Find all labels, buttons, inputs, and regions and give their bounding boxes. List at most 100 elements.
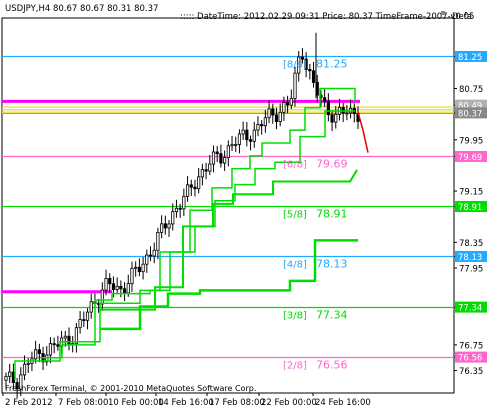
candle-body [152,249,156,257]
candle-body [148,254,153,257]
candle-body [89,301,93,313]
options-icon[interactable] [441,11,445,15]
candle-body [260,124,264,127]
price-label: 80.37 [458,109,482,119]
level-value-5: 76.56 [316,359,348,372]
price-chart[interactable]: [8/8] 81.25 [6/8] 79.69 [5/8] 78.91 [4/8] 78.13… [0,0,489,411]
candle-body [119,285,123,290]
candle-body [37,349,41,354]
candle-body [104,278,108,291]
price-label: 78.91 [458,203,482,213]
candle-body [85,311,90,321]
candle-body [293,72,297,99]
candle-body [63,335,67,339]
price-label: 78.35 [459,239,483,249]
candle-body [141,263,145,273]
price-label: 79.95 [459,136,483,146]
candle-body [185,184,190,197]
trail-line-middle [14,110,355,381]
level-name-5: [2/8] [283,361,307,372]
candle-body [252,129,256,142]
candle-body [245,129,249,141]
candle-body [82,319,86,321]
level-value-0: 81.25 [316,58,348,71]
candle-body [167,223,171,229]
candle-body [22,363,27,376]
time-label: 24 Feb 16:00 [315,398,371,408]
price-label: 76.75 [459,341,483,351]
chart-title: USDJPY,H4 80.67 80.67 80.31 80.37 [5,4,158,14]
indicator-status-trail: Defa [452,12,472,22]
candle-body [208,163,212,172]
candle-body [256,124,260,131]
candle-body [174,207,179,213]
candle-body [267,108,271,119]
candle-body [115,285,119,290]
time-label: 7 Feb 08:00 [58,398,108,408]
candle-body [334,113,338,123]
price-label: 77.34 [458,304,482,314]
candle-body [111,283,116,290]
candle-body [137,266,141,273]
candle-body [241,129,245,135]
candle-body [78,319,82,329]
candle-body [189,184,193,188]
candle-body [34,349,38,360]
level-value-3: 78.13 [316,258,348,271]
candle-body [234,143,238,146]
level-name-2: [5/8] [283,210,307,221]
price-label: 80.75 [459,85,483,95]
candle-body [182,195,186,210]
candle-body [204,169,208,172]
candle-body [211,151,216,165]
price-label: 77.95 [459,265,483,275]
candle-body [248,139,253,142]
candle-body [122,288,127,294]
candle-body [226,145,230,158]
chart-window[interactable]: [8/8] 81.25 [6/8] 79.69 [5/8] 78.91 [4/8] 78.13… [0,0,489,411]
candle-body [326,100,330,116]
candle-body [223,157,227,164]
candle-body [193,186,197,190]
candle-body [130,267,134,285]
price-label: 76.35 [459,367,483,377]
level-value-1: 79.69 [316,158,348,171]
candle-body [274,114,279,122]
candle-body [285,102,290,106]
candle-body [8,371,12,377]
candle-body [197,176,201,190]
candle-body [271,108,275,116]
candle-body [108,278,112,285]
candle-body [156,232,160,251]
candle-body [219,153,223,164]
candle-body [67,335,71,346]
candle-body [160,223,164,233]
candle-body [56,344,60,347]
price-label: 81.25 [458,53,482,63]
candle-body [311,70,316,83]
time-label: 14 Feb 16:00 [158,398,214,408]
level-name-4: [3/8] [283,311,307,322]
price-label: 78.13 [458,253,482,263]
candle-body [171,211,175,225]
candle-body [345,112,349,115]
level-name-3: [4/8] [283,260,307,271]
time-label: 2 Feb 2012 [5,398,53,408]
candle-body [237,133,242,145]
candle-body [134,266,138,269]
candle-body [178,207,182,210]
candle-body [330,114,334,123]
candle-body [200,169,204,178]
time-label: 22 Feb 00:00 [261,398,317,408]
price-label: 79.15 [459,188,483,198]
indicator-status: ::::: DateTime: 2012.02.29 09:31 Price: … [180,12,474,22]
candle-body [263,117,267,127]
candle-body [278,111,282,122]
copyright-text: FreshForex Terminal, © 2001-2010 MetaQuo… [5,384,256,393]
price-label: 76.56 [458,354,482,364]
price-label: 79.69 [458,153,482,163]
level-value-4: 77.34 [316,309,348,322]
candle-body [282,102,286,113]
candle-body [145,254,149,265]
projection-line [357,112,369,153]
